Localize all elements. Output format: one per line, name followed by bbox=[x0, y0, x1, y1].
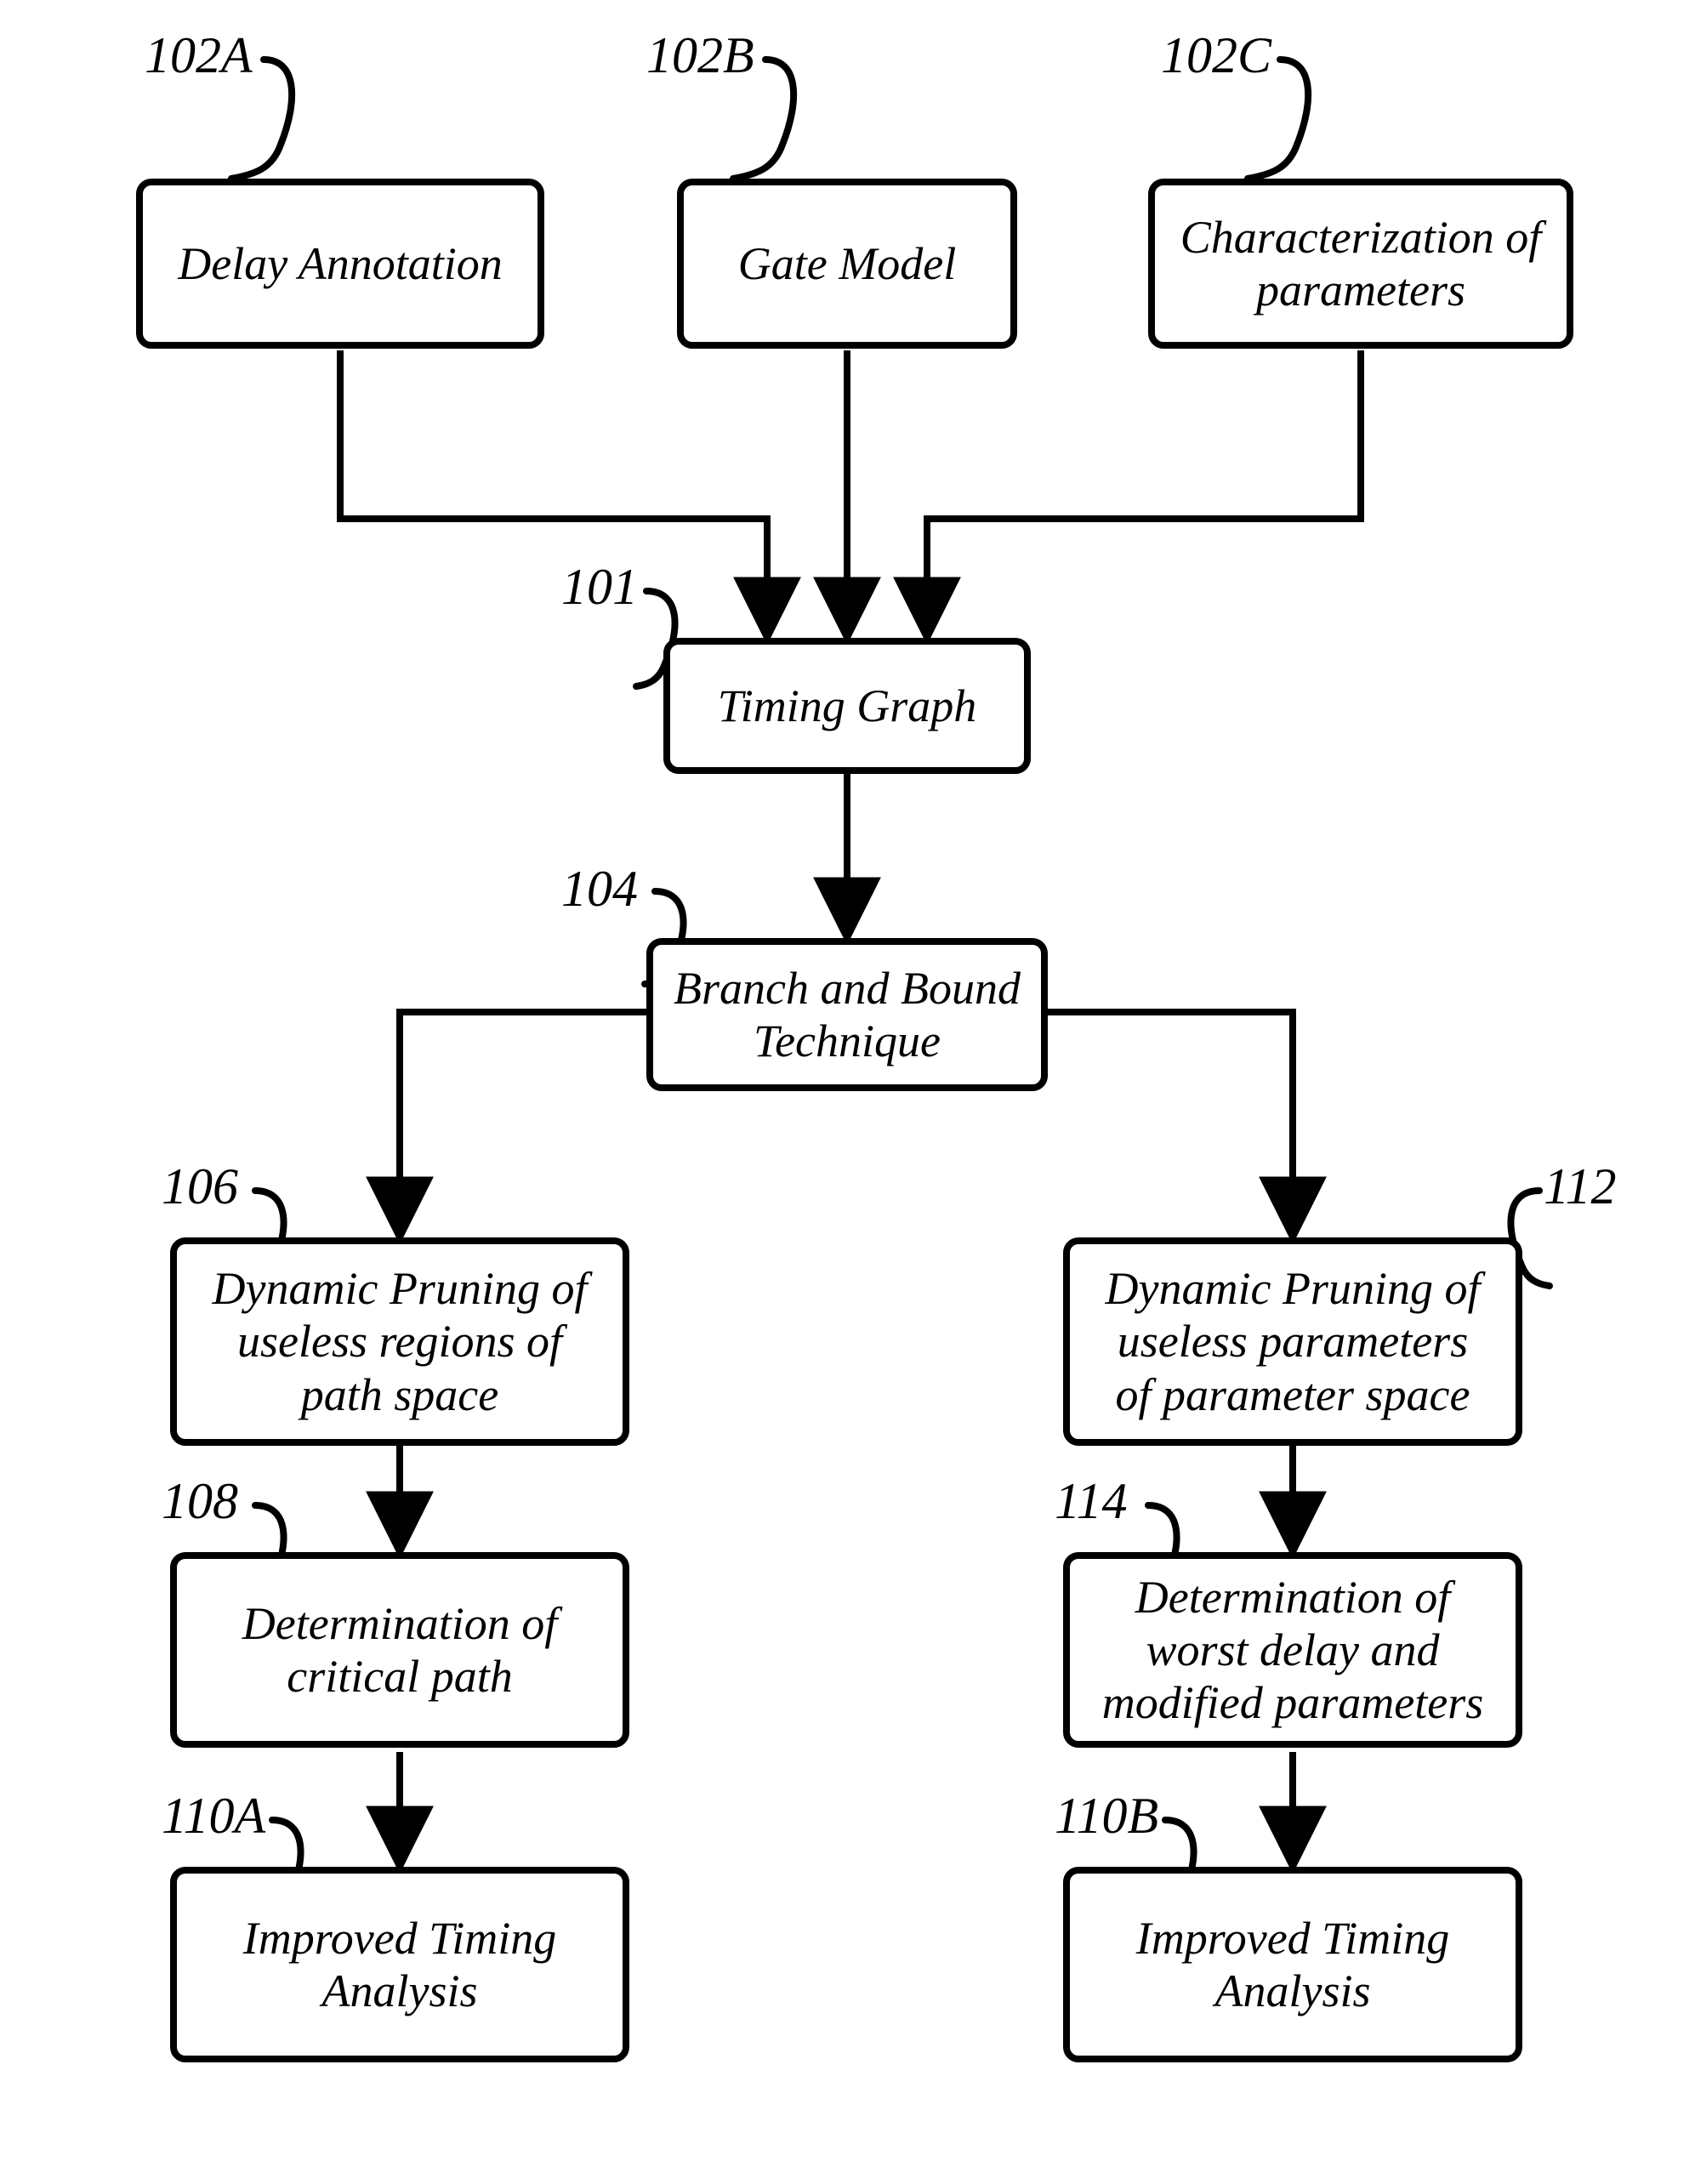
ref-label-101: 101 bbox=[561, 561, 638, 612]
ref-label-114: 114 bbox=[1055, 1476, 1128, 1527]
ref-label-102A: 102A bbox=[145, 30, 253, 81]
box-text: Determination ofworst delay andmodified … bbox=[1102, 1571, 1483, 1729]
ref-label-112: 112 bbox=[1544, 1161, 1617, 1212]
box-text: Timing Graph bbox=[718, 680, 977, 732]
box-text: Dynamic Pruning ofuseless regions ofpath… bbox=[213, 1262, 588, 1420]
ref-label-108: 108 bbox=[162, 1476, 238, 1527]
box-text: Determination ofcritical path bbox=[242, 1597, 557, 1703]
box-pruning-parameter-space: Dynamic Pruning ofuseless parametersof p… bbox=[1063, 1237, 1522, 1446]
diagram-canvas: Delay Annotation Gate Model Characteriza… bbox=[0, 0, 1695, 2184]
ref-label-110B: 110B bbox=[1055, 1790, 1158, 1841]
ref-label-104: 104 bbox=[561, 863, 638, 914]
box-text: Improved TimingAnalysis bbox=[1136, 1912, 1449, 2017]
box-branch-and-bound: Branch and BoundTechnique bbox=[646, 938, 1048, 1091]
box-delay-annotation: Delay Annotation bbox=[136, 179, 544, 349]
box-critical-path: Determination ofcritical path bbox=[170, 1552, 629, 1748]
box-timing-graph: Timing Graph bbox=[663, 638, 1031, 774]
box-text: Characterization ofparameters bbox=[1180, 211, 1542, 316]
ref-label-110A: 110A bbox=[162, 1790, 265, 1841]
box-gate-model: Gate Model bbox=[677, 179, 1017, 349]
ref-label-102B: 102B bbox=[646, 30, 754, 81]
box-text: Gate Model bbox=[738, 237, 956, 290]
box-improved-analysis-left: Improved TimingAnalysis bbox=[170, 1867, 629, 2062]
box-text: Improved TimingAnalysis bbox=[243, 1912, 556, 2017]
box-pruning-path-space: Dynamic Pruning ofuseless regions ofpath… bbox=[170, 1237, 629, 1446]
box-text: Branch and BoundTechnique bbox=[674, 962, 1021, 1067]
box-text: Dynamic Pruning ofuseless parametersof p… bbox=[1106, 1262, 1481, 1420]
ref-label-102C: 102C bbox=[1161, 30, 1271, 81]
box-text: Delay Annotation bbox=[178, 237, 502, 290]
ref-label-106: 106 bbox=[162, 1161, 238, 1212]
box-worst-delay: Determination ofworst delay andmodified … bbox=[1063, 1552, 1522, 1748]
box-improved-analysis-right: Improved TimingAnalysis bbox=[1063, 1867, 1522, 2062]
box-characterization: Characterization ofparameters bbox=[1148, 179, 1573, 349]
